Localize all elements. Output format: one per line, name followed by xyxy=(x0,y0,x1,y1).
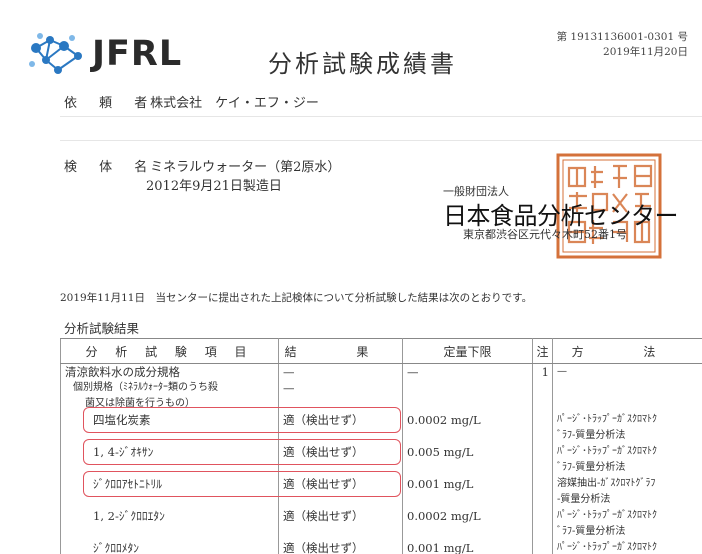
cell-method: ﾊﾟｰｼﾞ･ﾄﾗｯﾌﾟｰｶﾞｽｸﾛﾏﾄｸ xyxy=(552,508,702,524)
client-row: 依 頼 者 株式会社 ケイ・エフ・ジー xyxy=(64,92,319,111)
column-header-result: 結 果 xyxy=(278,338,403,364)
cell-limit: 0.005 mg/L xyxy=(402,444,533,460)
document-date: 2019年11月20日 xyxy=(603,46,688,58)
cell-method: — xyxy=(552,363,702,380)
cell-method: ﾞﾗﾌ-質量分析法 xyxy=(552,428,702,444)
cell-result xyxy=(278,524,403,540)
cell-limit xyxy=(402,524,533,540)
result-statement: 2019年11月11日 当センターに提出された上記検体について分析試験した結果は… xyxy=(60,292,533,304)
cell-note xyxy=(532,396,553,412)
cell-result: 適（検出せず） xyxy=(278,540,403,554)
document-number: 第 19131136001-0301 号 xyxy=(556,31,688,43)
highlight-box xyxy=(82,471,401,497)
cell-note: 1 xyxy=(532,363,553,380)
network-logo-icon xyxy=(29,33,82,74)
divider xyxy=(60,140,702,141)
table-row: ﾞﾗﾌ-質量分析法 xyxy=(60,524,702,540)
cell-note xyxy=(532,412,553,428)
cell-method: ﾊﾟｰｼﾞ･ﾄﾗｯﾌﾟｰｶﾞｽｸﾛﾏﾄｸ xyxy=(552,444,702,460)
sample-name: ミネラルウォーター（第2原水） xyxy=(150,160,341,175)
cell-limit: 0.0002 mg/L xyxy=(402,412,533,428)
document-number-block: 第 19131136001-0301 号 2019年11月20日 xyxy=(557,30,688,60)
cell-method xyxy=(552,380,702,396)
cell-limit xyxy=(402,492,533,508)
cell-note xyxy=(532,428,553,444)
divider xyxy=(60,116,702,117)
cell-result: — xyxy=(278,380,403,396)
cell-method: 溶媒抽出-ｶﾞｽｸﾛﾏﾄｸﾞﾗﾌ xyxy=(552,476,702,492)
table-row: ｼﾞｸﾛﾛﾒﾀﾝ 適（検出せず） 0.001 mg/L ﾊﾟｰｼﾞ･ﾄﾗｯﾌﾟｰｶﾞｽ… xyxy=(60,540,702,554)
client-label: 依 頼 者 xyxy=(64,96,157,111)
cell-limit xyxy=(402,380,533,396)
client-value: 株式会社 ケイ・エフ・ジー xyxy=(150,96,319,111)
cell-note xyxy=(532,444,553,460)
cell-method xyxy=(552,396,702,412)
cell-method: ﾊﾟｰｼﾞ･ﾄﾗｯﾌﾟｰｶﾞｽｸﾛﾏﾄｸ xyxy=(552,540,702,554)
cell-note xyxy=(532,380,553,396)
cell-method: ﾞﾗﾌ-質量分析法 xyxy=(552,524,702,540)
cell-limit: 0.0002 mg/L xyxy=(402,508,533,524)
logo-wordmark: JFRL xyxy=(92,34,183,74)
cell-note xyxy=(532,476,553,492)
cell-item: 1, 2-ｼﾞｸﾛﾛｴﾀﾝ xyxy=(60,508,279,524)
cell-limit xyxy=(402,396,533,412)
cell-limit: 0.001 mg/L xyxy=(402,540,533,554)
sample-production-date: 2012年9月21日製造日 xyxy=(146,179,282,194)
cell-note xyxy=(532,540,553,554)
issuer-address: 東京都渋谷区元代々木町52番1号 xyxy=(463,228,627,241)
cell-method: ﾊﾟｰｼﾞ･ﾄﾗｯﾌﾟｰｶﾞｽｸﾛﾏﾄｸ xyxy=(552,412,702,428)
cell-limit xyxy=(402,460,533,476)
table-row: 清涼飲料水の成分規格 — —1— xyxy=(60,363,702,380)
report-page: JFRL 分析試験成績書 第 19131136001-0301 号 2019年1… xyxy=(0,0,702,554)
table-row: 1, 2-ｼﾞｸﾛﾛｴﾀﾝ 適（検出せず） 0.0002 mg/L ﾊﾟｰｼﾞ･ﾄﾗｯ… xyxy=(60,508,702,524)
cell-item xyxy=(60,524,279,540)
cell-result: 適（検出せず） xyxy=(278,508,403,524)
cell-limit xyxy=(402,428,533,444)
cell-note xyxy=(532,492,553,508)
table-header-row: 分 析 試 験 項 目 結 果 定量下限 注 方 法 xyxy=(60,338,702,364)
section-title: 分析試験結果 xyxy=(64,321,140,336)
cell-method: ﾞﾗﾌ-質量分析法 xyxy=(552,460,702,476)
column-header-method: 方 法 xyxy=(552,338,702,364)
column-header-limit: 定量下限 xyxy=(402,338,533,364)
cell-result: — xyxy=(278,363,403,380)
highlight-box xyxy=(82,407,401,433)
sample-label: 検 体 名 xyxy=(64,160,157,175)
cell-item: 清涼飲料水の成分規格 xyxy=(60,363,279,380)
column-header-note: 注 xyxy=(532,338,553,364)
cell-item: ｼﾞｸﾛﾛﾒﾀﾝ xyxy=(60,540,279,554)
cell-limit: — xyxy=(402,363,533,380)
cell-item: 個別規格（ﾐﾈﾗﾙｳｫｰﾀｰ類のうち殺 xyxy=(60,380,279,396)
table-row: 個別規格（ﾐﾈﾗﾙｳｫｰﾀｰ類のうち殺 — xyxy=(60,380,702,396)
highlight-box xyxy=(82,439,401,465)
cell-limit: 0.001 mg/L xyxy=(402,476,533,492)
column-header-item: 分 析 試 験 項 目 xyxy=(60,338,279,364)
cell-method: -質量分析法 xyxy=(552,492,702,508)
jfrl-logo: JFRL xyxy=(28,30,188,80)
cell-note xyxy=(532,460,553,476)
cell-note xyxy=(532,524,553,540)
document-title: 分析試験成績書 xyxy=(268,50,457,78)
cell-note xyxy=(532,508,553,524)
sample-row: 検 体 名 ミネラルウォーター（第2原水） xyxy=(64,156,340,175)
